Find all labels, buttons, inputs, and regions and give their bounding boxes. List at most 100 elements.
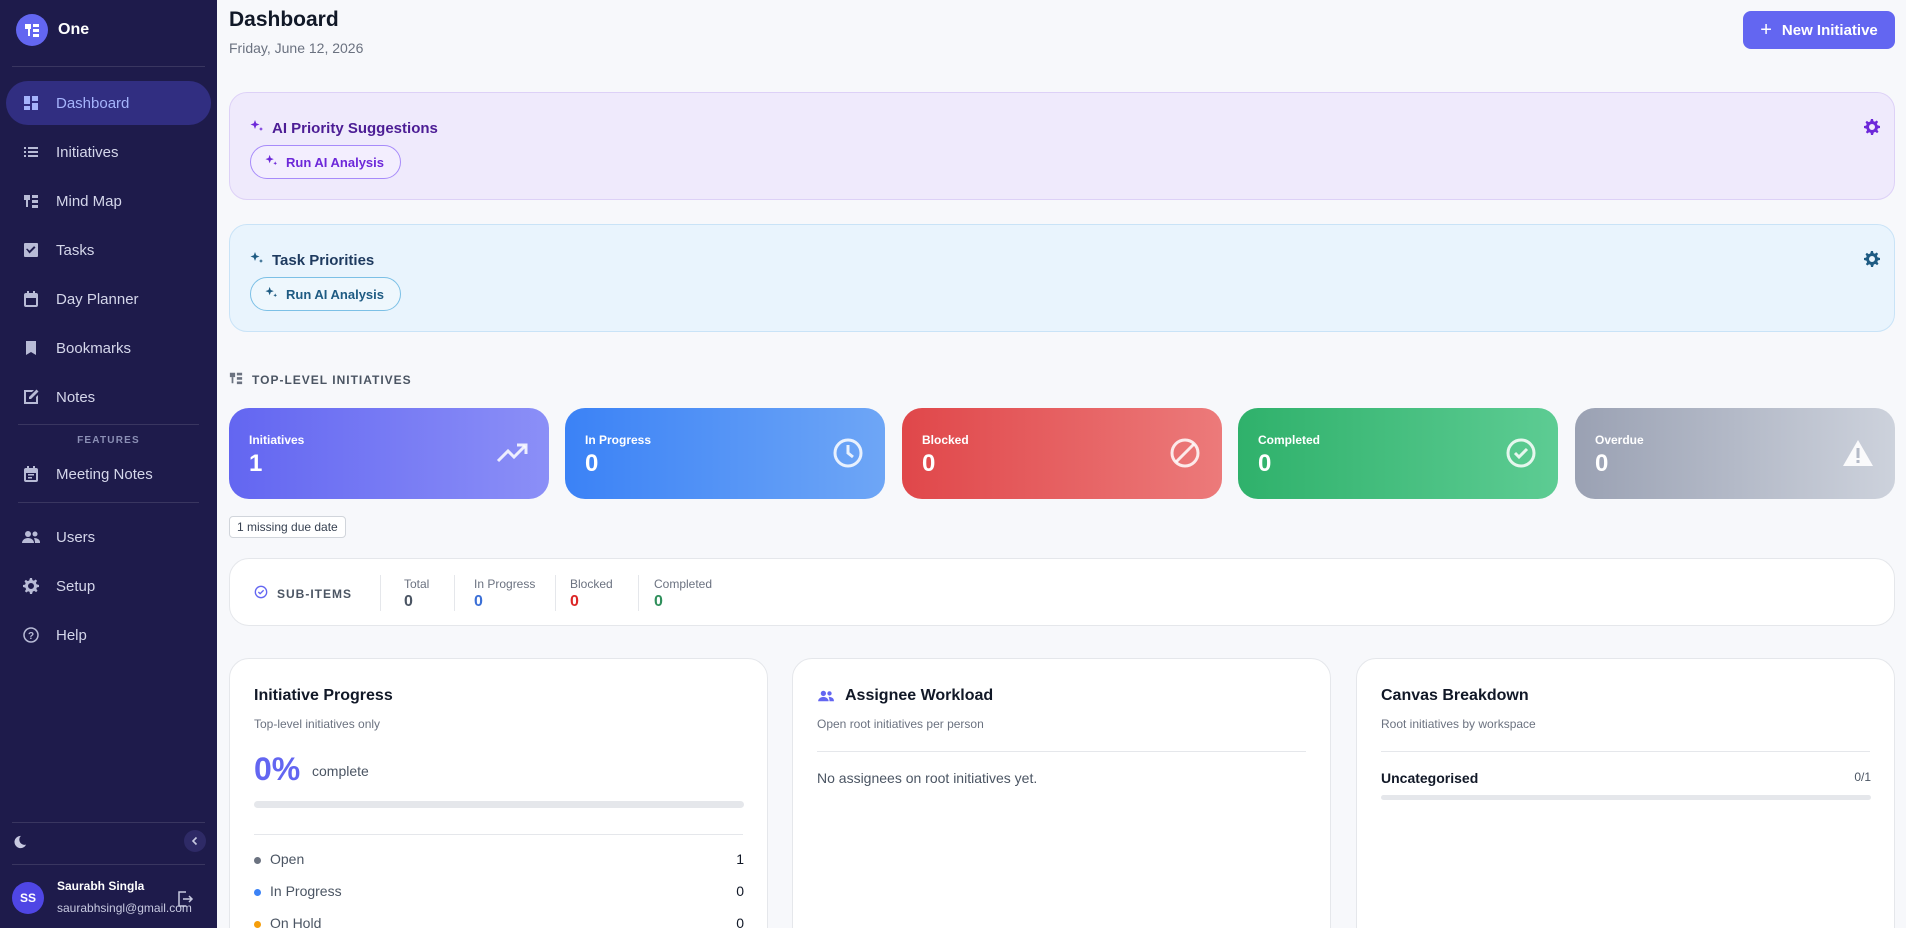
sidebar-divider bbox=[18, 424, 199, 425]
sub-col-value: 0 bbox=[404, 593, 413, 610]
sparkle-icon bbox=[250, 251, 264, 269]
panel-title: Initiative Progress bbox=[254, 687, 393, 704]
status-label: Open bbox=[270, 851, 305, 867]
moon-icon[interactable] bbox=[10, 832, 30, 852]
stat-value: 0 bbox=[922, 450, 936, 477]
checkbox-icon bbox=[22, 241, 40, 259]
sub-col-label: Blocked bbox=[570, 577, 613, 591]
stat-card-blocked[interactable]: Blocked 0 bbox=[902, 408, 1222, 499]
canvas-name: Uncategorised bbox=[1381, 770, 1479, 786]
canvas-progress-bar bbox=[1381, 795, 1871, 800]
gear-icon bbox=[22, 577, 40, 595]
ai-card-title-text: AI Priority Suggestions bbox=[272, 119, 438, 137]
check-circle-icon bbox=[254, 585, 268, 602]
divider bbox=[380, 575, 381, 611]
panel-subtitle: Top-level initiatives only bbox=[254, 717, 381, 731]
stat-label: Overdue bbox=[1595, 433, 1644, 447]
divider bbox=[817, 751, 1306, 752]
sub-col-label: Completed bbox=[654, 577, 713, 591]
stat-value: 0 bbox=[1595, 450, 1609, 477]
brand-logo-icon bbox=[16, 14, 48, 46]
brand-name: One bbox=[58, 21, 90, 38]
sidebar-item-notes[interactable]: Notes bbox=[6, 375, 211, 419]
status-dot-icon bbox=[254, 888, 261, 896]
sidebar-item-bookmarks[interactable]: Bookmarks bbox=[6, 326, 211, 370]
sidebar-item-tasks[interactable]: Tasks bbox=[6, 228, 211, 272]
brand[interactable]: One bbox=[0, 0, 217, 60]
sidebar-item-label: Notes bbox=[56, 388, 96, 406]
panel-subtitle: Root initiatives by workspace bbox=[1381, 717, 1536, 731]
sidebar-item-mind-map[interactable]: Mind Map bbox=[6, 179, 211, 223]
sub-items-label-text: SUB-ITEMS bbox=[277, 586, 352, 601]
run-ai-analysis-button[interactable]: Run AI Analysis bbox=[250, 145, 402, 179]
stat-card-completed[interactable]: Completed 0 bbox=[1238, 408, 1558, 499]
progress-percent-label: complete bbox=[312, 763, 369, 779]
sidebar-item-dashboard[interactable]: Dashboard bbox=[6, 81, 211, 125]
user-name: Saurabh Singla bbox=[57, 879, 145, 893]
panel-title: Assignee Workload bbox=[817, 687, 993, 705]
status-label-wrap: In Progress bbox=[254, 883, 342, 899]
status-dot-icon bbox=[254, 920, 261, 928]
stat-label: Blocked bbox=[922, 433, 969, 447]
canvas-row[interactable]: Uncategorised 0/1 bbox=[1381, 770, 1871, 786]
sidebar-item-help[interactable]: ? Help bbox=[6, 613, 211, 657]
missing-due-date-badge[interactable]: 1 missing due date bbox=[229, 516, 346, 538]
sparkle-icon bbox=[265, 286, 278, 302]
status-label-wrap: On Hold bbox=[254, 915, 321, 928]
status-row-open: Open 1 bbox=[254, 851, 744, 867]
features-section-label: FEATURES bbox=[77, 435, 140, 446]
status-dot-icon bbox=[254, 856, 261, 864]
status-label: In Progress bbox=[270, 883, 342, 899]
ai-card-title: Task Priorities bbox=[250, 251, 374, 269]
gear-icon[interactable] bbox=[1864, 251, 1882, 269]
stat-card-overdue[interactable]: Overdue 0 bbox=[1575, 408, 1895, 499]
sub-items-label: SUB-ITEMS bbox=[254, 585, 352, 602]
ai-card-title: AI Priority Suggestions bbox=[250, 119, 438, 137]
sidebar-item-label: Bookmarks bbox=[56, 339, 132, 357]
status-label: On Hold bbox=[270, 915, 322, 928]
sub-col-value: 0 bbox=[570, 593, 579, 610]
sidebar-item-users[interactable]: Users bbox=[6, 515, 211, 559]
stat-label: Completed bbox=[1258, 433, 1321, 447]
logout-icon[interactable] bbox=[176, 890, 196, 910]
page-date: Friday, June 12, 2026 bbox=[229, 40, 364, 56]
divider bbox=[1381, 751, 1870, 752]
divider bbox=[555, 575, 556, 611]
avatar[interactable]: SS bbox=[12, 882, 44, 914]
stat-label: In Progress bbox=[585, 433, 652, 447]
divider bbox=[254, 834, 743, 835]
section-label-text: TOP-LEVEL INITIATIVES bbox=[252, 372, 412, 387]
sub-items-completed: Completed 0 bbox=[654, 577, 712, 611]
sidebar-item-initiatives[interactable]: Initiatives bbox=[6, 130, 211, 174]
sidebar-item-label: Users bbox=[56, 528, 96, 546]
gear-icon[interactable] bbox=[1864, 119, 1882, 137]
stat-card-initiatives[interactable]: Initiatives 1 bbox=[229, 408, 549, 499]
sidebar-divider bbox=[18, 502, 199, 503]
new-initiative-button[interactable]: + New Initiative bbox=[1743, 11, 1895, 49]
page-title: Dashboard bbox=[229, 8, 339, 31]
sidebar-nav: Dashboard Initiatives Mind Map Tasks Day… bbox=[0, 73, 217, 657]
new-initiative-label: New Initiative bbox=[1781, 21, 1878, 39]
sub-col-label: In Progress bbox=[474, 577, 536, 591]
run-ai-analysis-button[interactable]: Run AI Analysis bbox=[250, 277, 402, 311]
collapse-sidebar-button[interactable] bbox=[184, 830, 206, 852]
sidebar-divider bbox=[12, 66, 205, 67]
sidebar-bottom-bar bbox=[0, 822, 217, 862]
sub-items-in-progress: In Progress 0 bbox=[474, 577, 535, 611]
main-content: Dashboard Friday, June 12, 2026 + New In… bbox=[217, 0, 1906, 928]
assignee-workload-panel: Assignee Workload Open root initiatives … bbox=[792, 658, 1331, 928]
sidebar-item-label: Meeting Notes bbox=[56, 465, 153, 483]
run-ai-analysis-label: Run AI Analysis bbox=[286, 154, 385, 170]
bookmark-icon bbox=[22, 339, 40, 357]
status-label-wrap: Open bbox=[254, 851, 304, 867]
sidebar-item-meeting-notes[interactable]: Meeting Notes bbox=[6, 452, 211, 496]
sidebar-item-day-planner[interactable]: Day Planner bbox=[6, 277, 211, 321]
stat-card-in-progress[interactable]: In Progress 0 bbox=[565, 408, 885, 499]
panel-subtitle: Open root initiatives per person bbox=[817, 717, 984, 731]
mind-map-icon bbox=[229, 371, 243, 388]
sub-items-blocked: Blocked 0 bbox=[570, 577, 613, 611]
stat-value: 1 bbox=[249, 450, 263, 477]
status-count: 1 bbox=[736, 851, 744, 867]
sub-col-label: Total bbox=[404, 577, 430, 591]
sidebar-item-setup[interactable]: Setup bbox=[6, 564, 211, 608]
